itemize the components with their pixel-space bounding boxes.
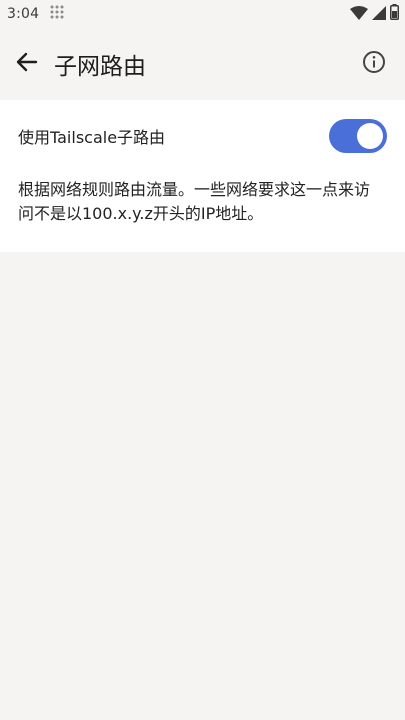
- page-title: 子网路由: [54, 54, 146, 80]
- subnet-toggle-label: 使用Tailscale子路由: [18, 128, 166, 147]
- status-right: [350, 4, 399, 24]
- subnet-toggle-row[interactable]: 使用Tailscale子路由: [18, 100, 387, 172]
- back-button[interactable]: [14, 51, 40, 77]
- dots-grid-icon: [49, 4, 65, 24]
- info-icon: [362, 50, 386, 78]
- subnet-routes-toggle[interactable]: [329, 119, 387, 153]
- status-bar: 3:04: [0, 0, 405, 28]
- subnet-description: 根据网络规则路由流量。一些网络要求这一点来访问不是以100.x.y.z开头的IP…: [18, 180, 371, 223]
- cell-signal-icon: [372, 5, 386, 24]
- app-bar: 子网路由: [0, 28, 405, 100]
- arrow-left-icon: [16, 51, 38, 77]
- status-left: 3:04: [7, 4, 65, 24]
- status-time: 3:04: [7, 6, 40, 22]
- subnet-routes-card: 使用Tailscale子路由 根据网络规则路由流量。一些网络要求这一点来访问不是…: [0, 100, 405, 252]
- info-button[interactable]: [361, 51, 387, 77]
- wifi-icon: [350, 5, 368, 24]
- battery-icon: [390, 4, 399, 24]
- toggle-knob: [357, 123, 383, 149]
